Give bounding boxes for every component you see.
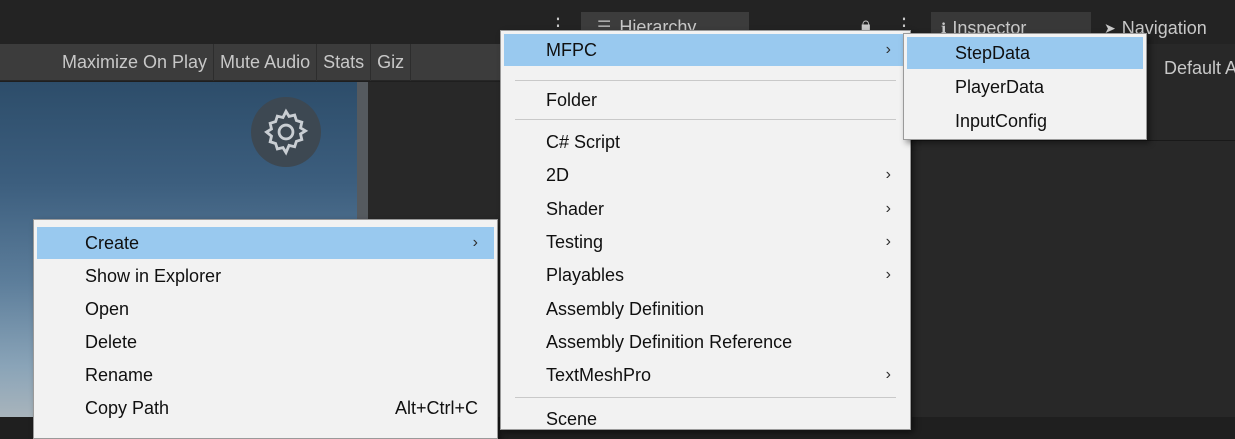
menu-item-stepdata[interactable]: StepData bbox=[907, 37, 1143, 69]
menu-item-label: C# Script bbox=[546, 131, 621, 152]
chevron-right-icon: › bbox=[472, 234, 478, 251]
chevron-right-icon: › bbox=[885, 200, 891, 217]
menu-item-assembly-definition-reference[interactable]: Assembly Definition Reference bbox=[504, 326, 907, 358]
menu-item-label: Show in Explorer bbox=[85, 265, 222, 286]
menu-item-label: Delete bbox=[85, 331, 138, 352]
menu-item-mfpc[interactable]: MFPC › bbox=[504, 34, 907, 66]
menu-item-playables[interactable]: Playables › bbox=[504, 259, 907, 291]
menu-item-label: PlayerData bbox=[955, 76, 1045, 97]
chevron-right-icon: › bbox=[885, 266, 891, 283]
mute-audio-button[interactable]: Mute Audio bbox=[214, 43, 318, 81]
menu-item-label: TextMeshPro bbox=[546, 364, 652, 385]
chevron-right-icon: › bbox=[885, 41, 891, 58]
menu-item-label: Rename bbox=[85, 364, 154, 385]
menu-item-delete[interactable]: Delete bbox=[37, 326, 494, 358]
menu-item-label: 2D bbox=[546, 164, 570, 185]
create-submenu: MFPC › Folder C# Script 2D › Shader › Te… bbox=[500, 30, 911, 430]
menu-item-label: Folder bbox=[546, 89, 598, 110]
inspector-divider bbox=[912, 140, 1235, 141]
menu-item-scene[interactable]: Scene bbox=[504, 403, 907, 435]
menu-item-label: Scene bbox=[546, 408, 598, 429]
chevron-right-icon: › bbox=[885, 233, 891, 250]
menu-item-label: Playables bbox=[546, 264, 625, 285]
menu-item-testing[interactable]: Testing › bbox=[504, 226, 907, 258]
menu-item-label: MFPC bbox=[546, 39, 597, 60]
menu-separator bbox=[515, 397, 896, 398]
game-view-toolbar: Maximize On Play Mute Audio Stats Giz bbox=[0, 43, 500, 81]
menu-item-rename[interactable]: Rename bbox=[37, 359, 494, 391]
menu-item-label: StepData bbox=[955, 42, 1031, 63]
menu-item-label: Assembly Definition Reference bbox=[546, 331, 793, 352]
menu-item-label: InputConfig bbox=[955, 110, 1048, 131]
menu-item-label: Assembly Definition bbox=[546, 298, 705, 319]
menu-item-label: Shader bbox=[546, 198, 605, 219]
menu-item-create[interactable]: Create › bbox=[37, 227, 494, 259]
mfpc-submenu: StepData PlayerData InputConfig bbox=[903, 33, 1147, 140]
menu-item-label: Copy Path bbox=[85, 397, 170, 418]
menu-separator bbox=[515, 119, 896, 120]
menu-item-assembly-definition[interactable]: Assembly Definition bbox=[504, 293, 907, 325]
menu-item-playerdata[interactable]: PlayerData bbox=[907, 71, 1143, 103]
menu-item-copy-path[interactable]: Copy Path Alt+Ctrl+C bbox=[37, 392, 494, 424]
menu-item-shortcut: Alt+Ctrl+C bbox=[394, 397, 478, 418]
chevron-right-icon: › bbox=[885, 166, 891, 183]
menu-item-label: Create bbox=[85, 232, 140, 253]
project-context-menu: Create › Show in Explorer Open Delete Re… bbox=[33, 219, 498, 439]
menu-item-open[interactable]: Open bbox=[37, 293, 494, 325]
menu-item-textmeshpro[interactable]: TextMeshPro › bbox=[504, 359, 907, 391]
menu-item-label: Open bbox=[85, 298, 130, 319]
menu-item-csharp-script[interactable]: C# Script bbox=[504, 126, 907, 158]
menu-item-2d[interactable]: 2D › bbox=[504, 159, 907, 191]
menu-item-label: Testing bbox=[546, 231, 604, 252]
menu-item-shader[interactable]: Shader › bbox=[504, 193, 907, 225]
maximize-on-play-button[interactable]: Maximize On Play bbox=[56, 43, 215, 81]
menu-item-inputconfig[interactable]: InputConfig bbox=[907, 105, 1143, 137]
stats-button[interactable]: Stats bbox=[317, 43, 372, 81]
gear-icon[interactable] bbox=[251, 97, 321, 167]
menu-separator bbox=[515, 80, 896, 81]
menu-item-folder[interactable]: Folder bbox=[504, 84, 907, 116]
menu-item-show-in-explorer[interactable]: Show in Explorer bbox=[37, 260, 494, 292]
chevron-right-icon: › bbox=[885, 366, 891, 383]
inspector-default-text: Default A bbox=[1164, 58, 1235, 78]
gizmos-button[interactable]: Giz bbox=[371, 43, 412, 81]
